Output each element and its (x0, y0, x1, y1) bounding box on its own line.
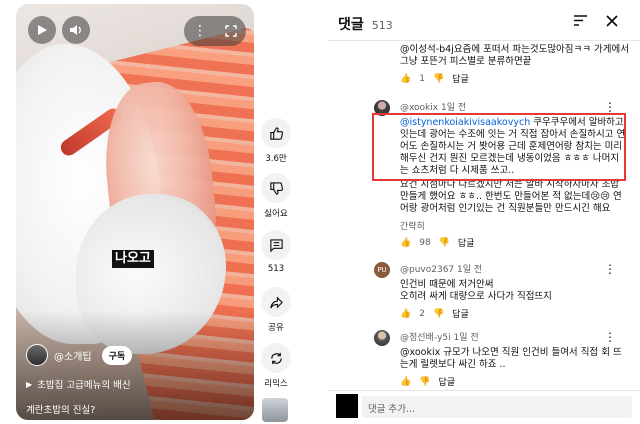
comment-time: 1일 전 (440, 103, 467, 113)
comment-body: @xookix 규모가 나오면 직원 인건비 들여서 직접 회 뜨는게 릴렛보다… (400, 347, 622, 370)
dislike-button[interactable] (261, 173, 291, 203)
audio-thumbnail[interactable] (262, 398, 288, 422)
top-controls: ⋮ (184, 16, 246, 46)
footer-divider (328, 390, 640, 391)
comment-actions: 👍 1 👎 답글 (400, 72, 630, 86)
share-icon (269, 295, 283, 309)
more-vert-icon[interactable]: ⋮ (604, 101, 616, 113)
comment-author[interactable]: @정선배-y5i (400, 333, 451, 343)
subscribe-button[interactable]: 구독 (101, 345, 133, 365)
like-count: 1 (419, 73, 425, 84)
header-divider (328, 40, 640, 41)
comments-button[interactable] (261, 230, 291, 260)
user-avatar (336, 394, 358, 418)
comment-author[interactable]: @xookix (400, 103, 438, 113)
comment-actions: 👍 2 👎 답글 (400, 307, 626, 321)
dislike-action: 싫어요 (258, 173, 294, 219)
sort-icon[interactable] (573, 14, 588, 27)
remix-action: 리믹스 (258, 343, 294, 389)
volume-icon (70, 25, 81, 35)
play-icon (38, 25, 47, 35)
related-video-text: 초밥집 고급메뉴의 배신 (37, 380, 131, 391)
add-comment-input[interactable]: 댓글 추가... (362, 396, 632, 418)
comment-author[interactable]: @이성석-b4j (400, 44, 454, 55)
like-action: 3.6만 (258, 118, 294, 164)
thumbs-down-icon[interactable]: 👎 (433, 309, 444, 319)
thumbs-down-icon[interactable]: 👎 (419, 377, 430, 387)
more-vert-icon[interactable]: ⋮ (604, 263, 616, 275)
play-small-icon: ▶ (26, 379, 33, 389)
comment-actions: 👍 98 👎 답글 (400, 236, 626, 250)
comments-action: 513 (258, 230, 294, 274)
red-highlight-box (372, 113, 626, 181)
channel-name[interactable]: @소개팁 (54, 348, 92, 363)
shorts-video[interactable]: ⋮ 나오고 @소개팁 구독 ▶ 초밥집 고급메뉴의 배신 계란초밥의 진실? (16, 4, 254, 420)
like-count: 3.6만 (265, 154, 287, 164)
related-video-link[interactable]: ▶ 초밥집 고급메뉴의 배신 (26, 377, 131, 392)
video-caption: 나오고 (112, 250, 154, 269)
more-vert-icon[interactable]: ⋮ (604, 331, 616, 343)
commenter-avatar[interactable]: PU (374, 262, 390, 278)
dislike-label: 싫어요 (264, 209, 288, 219)
like-count: 98 (419, 237, 431, 248)
comment-text: @이성석-b4j요즘에 포떠서 파는것도많아짐ㅋㅋ 가게에서 그냥 포뜬거 피스… (400, 44, 630, 68)
channel-avatar[interactable] (26, 344, 48, 366)
comment-header: @puvo2367 1일 전 (400, 262, 626, 275)
comment-time: 1일 전 (457, 265, 483, 275)
close-icon[interactable] (606, 14, 618, 27)
like-count: 2 (419, 308, 425, 319)
remix-icon (270, 352, 282, 364)
comment-item: @puvo2367 1일 전 인건비 때문에 저거안써 오히려 싸게 대량으로 … (400, 262, 626, 320)
remix-button[interactable] (261, 343, 291, 373)
thumbs-up-icon[interactable]: 👍 (400, 74, 411, 84)
channel-row: @소개팁 구독 (26, 344, 133, 366)
comment-header: @xookix 1일 전 (400, 100, 626, 113)
comment-continued-body: 요건 지점마다 다르겠지만 저는 알바 시작하자마자 초밥 만들게 했어요 ㅎㅎ… (400, 179, 622, 214)
video-title: 계란초밥의 진실? (26, 405, 96, 416)
comment-actions: 👍 👎 답글 (400, 375, 626, 389)
reply-button[interactable]: 답글 (452, 72, 469, 85)
comment-item: @이성석-b4j요즘에 포떠서 파는것도많아짐ㅋㅋ 가게에서 그냥 포뜬거 피스… (400, 44, 630, 85)
reply-button[interactable]: 답글 (458, 236, 475, 249)
comment-icon (269, 238, 283, 252)
header-actions (573, 14, 618, 27)
comments-panel: 댓글 513 @이성석-b4j요즘에 포떠서 파는것도많아짐ㅋㅋ 가게에서 그냥… (328, 0, 640, 424)
show-less-link[interactable]: 간략히 (400, 219, 626, 232)
share-action: 공유 (258, 287, 294, 333)
reply-button[interactable]: 답글 (452, 307, 469, 320)
thumbs-up-icon[interactable]: 👍 (400, 238, 411, 248)
comment-author[interactable]: @puvo2367 (400, 265, 454, 275)
comments-count: 513 (371, 19, 393, 32)
like-button[interactable] (261, 118, 291, 148)
comment-header: @정선배-y5i 1일 전 (400, 330, 626, 343)
more-vert-icon[interactable]: ⋮ (193, 24, 207, 38)
remix-label: 리믹스 (264, 379, 288, 389)
share-label: 공유 (268, 323, 284, 333)
comments-title: 댓글 (338, 17, 364, 33)
fullscreen-icon[interactable] (225, 25, 237, 37)
share-button[interactable] (261, 287, 291, 317)
thumbs-up-icon (269, 126, 283, 140)
thumbs-down-icon[interactable]: 👎 (439, 238, 450, 248)
volume-button[interactable] (62, 16, 90, 44)
comments-header: 댓글 513 (338, 14, 393, 34)
comment-time: 1일 전 (453, 333, 479, 343)
thumbs-up-icon[interactable]: 👍 (400, 377, 411, 387)
comment-body: 인건비 때문에 저거안써 오히려 싸게 대량으로 사다가 직접뜨지 (400, 279, 552, 302)
comment-count: 513 (267, 264, 285, 274)
thumbs-down-icon[interactable]: 👎 (433, 74, 444, 84)
comment-item: @정선배-y5i 1일 전 @xookix 규모가 나오면 직원 인건비 들여서… (400, 330, 626, 388)
play-button[interactable] (28, 16, 56, 44)
commenter-avatar[interactable] (374, 330, 390, 346)
reply-button[interactable]: 답글 (438, 375, 455, 388)
thumbs-up-icon[interactable]: 👍 (400, 309, 411, 319)
thumbs-down-icon (269, 181, 283, 195)
